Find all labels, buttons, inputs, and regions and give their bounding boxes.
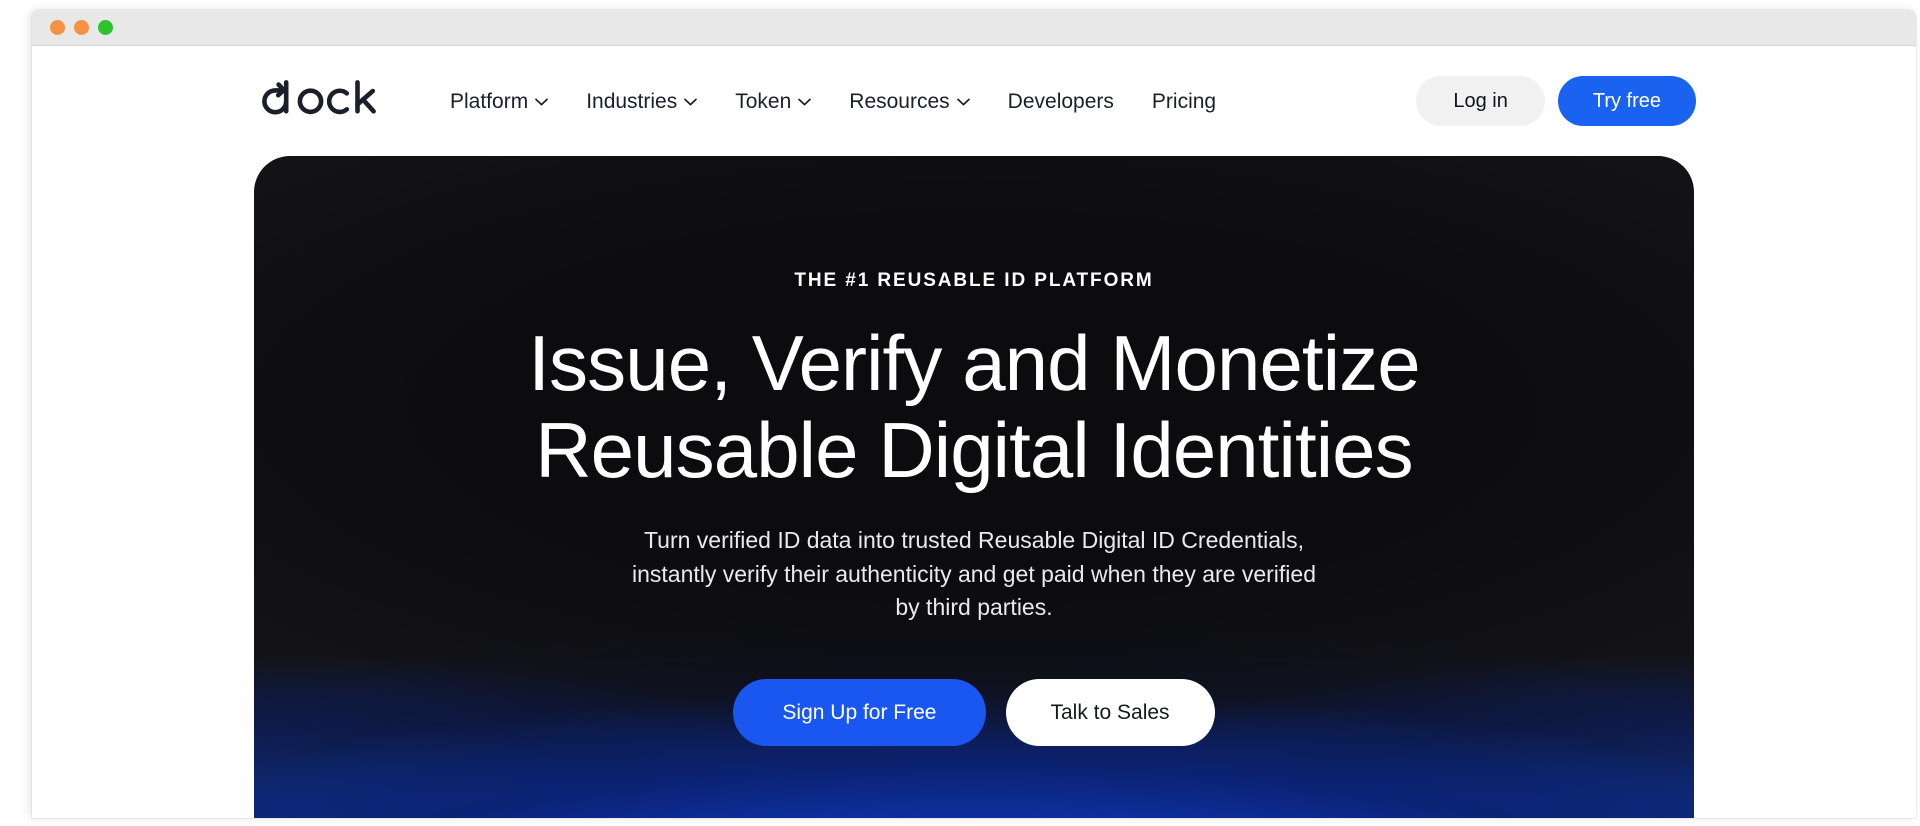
hero-section-wrapper: THE #1 REUSABLE ID PLATFORM Issue, Verif… bbox=[32, 156, 1916, 818]
hero-headline: Issue, Verify and Monetize Reusable Digi… bbox=[528, 319, 1420, 494]
chevron-down-icon bbox=[684, 98, 698, 106]
chevron-down-icon bbox=[798, 98, 812, 106]
nav-item-label: Platform bbox=[450, 89, 529, 113]
chevron-down-icon bbox=[535, 98, 549, 106]
window-traffic-lights bbox=[50, 20, 113, 35]
nav-item-pricing[interactable]: Pricing bbox=[1152, 83, 1216, 120]
hero-subcopy: Turn verified ID data into trusted Reusa… bbox=[632, 527, 1316, 620]
sign-up-for-free-button[interactable]: Sign Up for Free bbox=[733, 679, 986, 747]
site-header: Platform Industries Token Resources Deve… bbox=[32, 46, 1916, 156]
nav-item-developers[interactable]: Developers bbox=[1008, 83, 1114, 120]
window-close-button[interactable] bbox=[50, 20, 65, 35]
window-zoom-button[interactable] bbox=[98, 20, 113, 35]
try-free-button[interactable]: Try free bbox=[1557, 76, 1696, 126]
chevron-down-icon bbox=[956, 98, 970, 106]
hero-headline-line-2: Reusable Digital Identities bbox=[535, 405, 1413, 494]
nav-item-resources[interactable]: Resources bbox=[849, 83, 970, 120]
nav-item-label: Pricing bbox=[1151, 89, 1217, 113]
nav-item-label: Resources bbox=[849, 89, 950, 113]
nav-item-label: Industries bbox=[586, 89, 678, 113]
browser-window: Platform Industries Token Resources Deve… bbox=[32, 10, 1916, 818]
hero-cta-row: Sign Up for Free Talk to Sales bbox=[733, 679, 1215, 747]
window-minimize-button[interactable] bbox=[74, 20, 89, 35]
page-viewport: Platform Industries Token Resources Deve… bbox=[32, 46, 1916, 818]
hero-headline-line-1: Issue, Verify and Monetize bbox=[528, 319, 1420, 407]
hero-eyebrow: THE #1 REUSABLE ID PLATFORM bbox=[794, 270, 1154, 291]
nav-item-label: Token bbox=[735, 89, 792, 113]
nav-item-industries[interactable]: Industries bbox=[586, 83, 698, 120]
log-in-button[interactable]: Log in bbox=[1416, 76, 1545, 126]
hero-content: THE #1 REUSABLE ID PLATFORM Issue, Verif… bbox=[254, 156, 1694, 818]
dock-circular-arrow-logo-icon bbox=[256, 80, 398, 122]
talk-to-sales-button[interactable]: Talk to Sales bbox=[1005, 679, 1215, 747]
main-navigation: Platform Industries Token Resources Deve… bbox=[450, 83, 1416, 120]
browser-titlebar bbox=[32, 10, 1916, 46]
brand-logo-link[interactable] bbox=[256, 80, 398, 122]
hero-card: THE #1 REUSABLE ID PLATFORM Issue, Verif… bbox=[254, 156, 1694, 818]
nav-item-token[interactable]: Token bbox=[735, 83, 812, 120]
nav-item-platform[interactable]: Platform bbox=[450, 83, 549, 120]
header-actions: Log in Try free bbox=[1416, 76, 1916, 126]
nav-item-label: Developers bbox=[1007, 89, 1114, 113]
